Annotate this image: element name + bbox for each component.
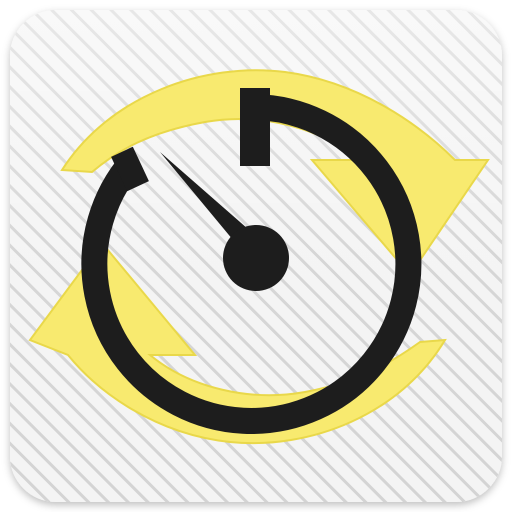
timer-sync-icon[interactable] (0, 0, 512, 512)
icon-canvas (0, 0, 512, 512)
stopwatch-center (223, 225, 289, 291)
stopwatch-crown (240, 88, 270, 166)
